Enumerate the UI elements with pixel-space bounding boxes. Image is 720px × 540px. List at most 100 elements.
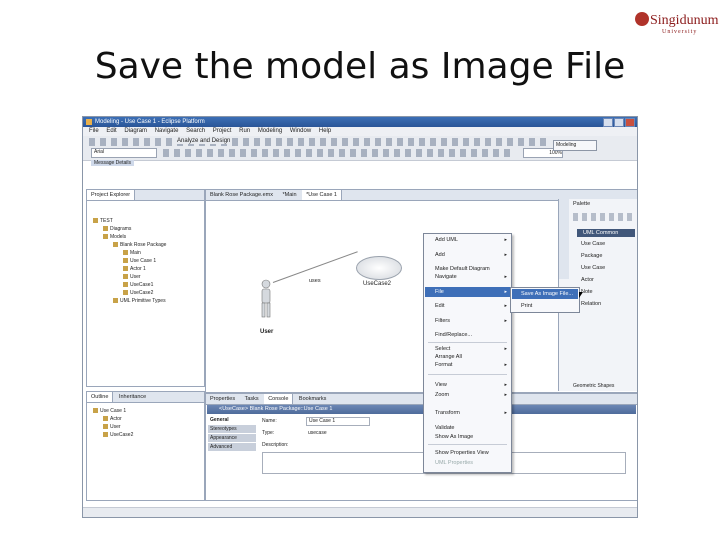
palette-section-uml-common[interactable]: UML Common <box>577 229 635 237</box>
usecase-shape[interactable] <box>356 256 402 280</box>
menu-modeling[interactable]: Modeling <box>258 128 282 134</box>
tab-properties[interactable]: Properties <box>206 394 239 404</box>
minimize-button[interactable] <box>603 118 613 127</box>
context-menu: Add UML ▸ Add ▸ Make Default Diagram Navig… <box>423 233 512 473</box>
menu-edit[interactable]: Edit <box>106 128 116 134</box>
menu-help[interactable]: Help <box>319 128 331 134</box>
palette-item[interactable]: Use Case <box>581 241 605 247</box>
submenu-arrow-icon: ▸ <box>504 410 507 416</box>
tree-item[interactable]: User <box>103 424 121 430</box>
menu-window[interactable]: Window <box>290 128 311 134</box>
menu-item-select[interactable]: Select <box>435 346 450 352</box>
tree-item[interactable]: Diagrams <box>103 226 131 232</box>
tree-item[interactable]: UseCase1 <box>123 282 153 288</box>
maximize-button[interactable] <box>614 118 624 127</box>
menu-item-uml-properties[interactable]: UML Properties <box>435 460 473 466</box>
tree-item[interactable]: TEST <box>93 218 113 224</box>
palette-item[interactable]: Package <box>581 253 602 259</box>
properties-tab-appearance[interactable]: Appearance <box>208 434 256 442</box>
toolbar-icons-row2[interactable] <box>163 149 513 157</box>
properties-tab-stereotypes[interactable]: Stereotypes <box>208 425 256 433</box>
menu-item-zoom[interactable]: Zoom <box>435 392 449 398</box>
palette-item[interactable]: Relation <box>581 301 601 307</box>
eclipse-screenshot: Modeling - Use Case 1 - Eclipse Platform… <box>82 116 638 518</box>
menu-item-transform[interactable]: Transform <box>435 410 460 416</box>
menu-item-arrange-all[interactable]: Arrange All <box>435 354 462 360</box>
menu-item-add-uml[interactable]: Add UML <box>435 237 458 243</box>
type-label: Type: <box>262 430 275 436</box>
tree-item[interactable]: Use Case 1 <box>93 408 126 414</box>
tree-label: User <box>130 274 141 280</box>
menu-navigate[interactable]: Navigate <box>155 128 179 134</box>
menu-item-print[interactable]: Print <box>521 303 532 309</box>
project-explorer: Project Explorer TEST Diagrams Models Bl… <box>86 189 205 387</box>
actor-icon <box>123 266 128 272</box>
font-combo[interactable]: Arial <box>91 148 157 158</box>
tree-item[interactable]: Actor <box>103 416 122 422</box>
tree-item[interactable]: UML Primitive Types <box>113 298 166 304</box>
tab-use-case-1[interactable]: *Use Case 1 <box>302 190 342 200</box>
analyze-design-button[interactable]: Analyze and Design <box>175 138 233 144</box>
name-label: Name: <box>262 418 277 424</box>
folder-icon <box>103 234 108 240</box>
submenu-arrow-icon: ▸ <box>504 274 507 280</box>
menu-item-add[interactable]: Add <box>435 252 445 258</box>
tree-label: Blank Rose Package <box>120 242 167 248</box>
tab-outline[interactable]: Outline <box>87 392 114 402</box>
submenu-arrow-icon: ▸ <box>504 362 507 368</box>
menu-item-file[interactable]: File <box>435 289 444 295</box>
submenu-arrow-icon: ▸ <box>504 346 507 352</box>
usecase-icon <box>103 432 108 438</box>
menu-item-format[interactable]: Format <box>435 362 452 368</box>
tree-item[interactable]: Main <box>123 250 141 256</box>
palette-item[interactable]: Use Case <box>581 265 605 271</box>
tree-item[interactable]: User <box>123 274 141 280</box>
menu-diagram[interactable]: Diagram <box>124 128 147 134</box>
menu-item-filters[interactable]: Filters <box>435 318 450 324</box>
palette-footer[interactable]: Geometric Shapes <box>573 383 614 389</box>
menu-item-make-default-diagram[interactable]: Make Default Diagram <box>435 266 490 272</box>
tab-tasks[interactable]: Tasks <box>241 394 263 404</box>
palette-item[interactable]: Actor <box>581 277 594 283</box>
palette-toolbar[interactable] <box>573 213 633 221</box>
tab-bookmarks[interactable]: Bookmarks <box>295 394 331 404</box>
file-submenu: Save As Image File... Print <box>510 287 580 313</box>
tree-item[interactable]: UseCase2 <box>123 290 153 296</box>
diagram-icon <box>123 258 128 264</box>
properties-tab-advanced[interactable]: Advanced <box>208 443 256 451</box>
menu-item-edit[interactable]: Edit <box>435 303 444 309</box>
tree-item[interactable]: Actor 1 <box>123 266 146 272</box>
submenu-arrow-icon: ▸ <box>504 289 507 295</box>
status-bar <box>83 507 637 517</box>
name-field[interactable]: Use Case 1 <box>306 417 370 426</box>
menu-item-show-as-image[interactable]: Show As Image <box>435 434 473 440</box>
menu-item-find-replace[interactable]: Find/Replace... <box>435 332 472 338</box>
menu-file[interactable]: File <box>89 128 99 134</box>
palette-side-tab[interactable] <box>559 199 569 279</box>
package-icon <box>113 242 118 248</box>
tab-console[interactable]: Console <box>264 394 294 404</box>
menu-item-validate[interactable]: Validate <box>435 425 454 431</box>
menu-item-navigate[interactable]: Navigate <box>435 274 457 280</box>
message-details-tab[interactable]: Message Details <box>91 160 134 166</box>
menu-item-save-as-image-file[interactable]: Save As Image File... <box>521 291 573 297</box>
tab-project-explorer[interactable]: Project Explorer <box>87 190 136 200</box>
tab-blank-rose-package[interactable]: Blank Rose Package.emx <box>206 190 277 200</box>
tree-item[interactable]: Blank Rose Package <box>113 242 166 248</box>
menu-item-show-properties-view[interactable]: Show Properties View <box>435 450 489 456</box>
menu-project[interactable]: Project <box>213 128 232 134</box>
menu-search[interactable]: Search <box>186 128 205 134</box>
menu-run[interactable]: Run <box>239 128 250 134</box>
properties-view: Properties Tasks Console Bookmarks <UseC… <box>205 393 637 501</box>
tab-inheritance[interactable]: Inheritance <box>115 392 150 402</box>
menu-item-view[interactable]: View <box>435 382 447 388</box>
toolbar-icons-row1[interactable] <box>89 138 549 146</box>
perspective-button[interactable]: Modeling <box>553 140 597 151</box>
tab-main[interactable]: *Main <box>279 190 301 200</box>
tree-item[interactable]: Use Case 1 <box>123 258 156 264</box>
actor-figure[interactable] <box>258 279 274 319</box>
tree-item[interactable]: UseCase2 <box>103 432 133 438</box>
tree-item[interactable]: Models <box>103 234 126 240</box>
close-button[interactable] <box>625 118 635 127</box>
properties-tab-general[interactable]: General <box>208 416 256 424</box>
